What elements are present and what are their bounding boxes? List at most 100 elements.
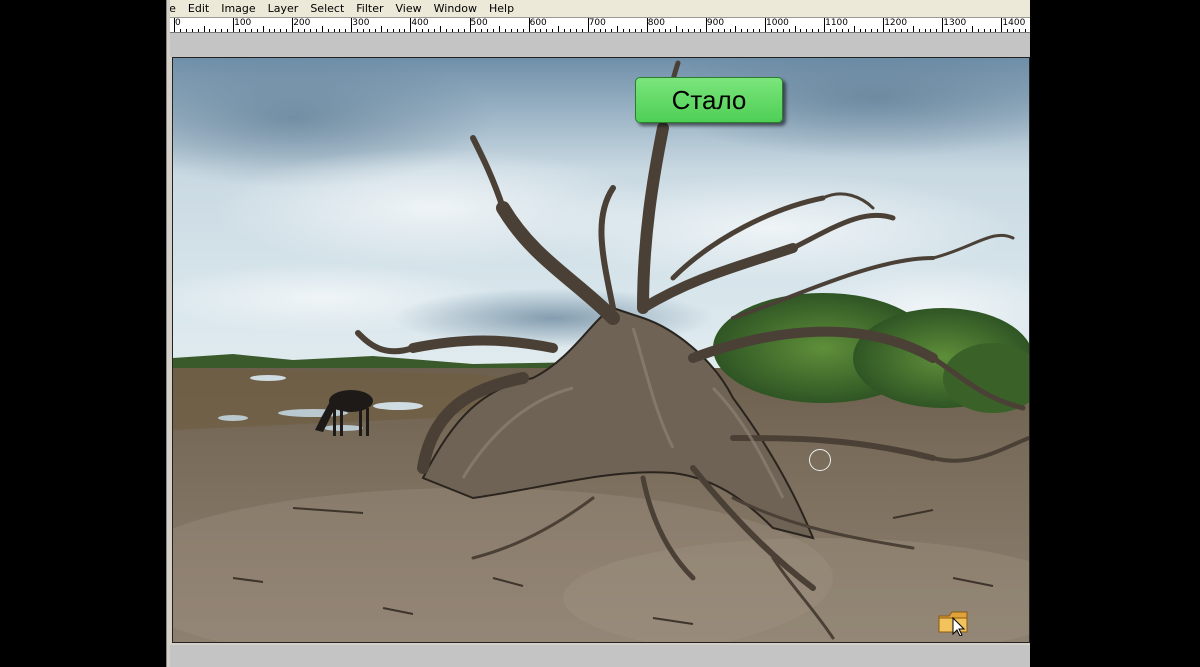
ruler-tick (339, 29, 341, 32)
ruler-label: 300 (352, 18, 370, 28)
ruler-tick (806, 29, 808, 32)
menu-select[interactable]: Select (304, 0, 350, 17)
ruler-tick (445, 29, 447, 32)
ruler-tick (380, 26, 382, 32)
ruler-tick (327, 29, 329, 32)
ruler-tick (989, 29, 991, 32)
ruler-tick (895, 29, 897, 32)
image-canvas[interactable]: Стало (172, 57, 1030, 643)
ruler-tick (711, 29, 713, 32)
ruler-tick (853, 26, 855, 32)
ruler-tick (865, 29, 867, 32)
ruler-tick (877, 29, 879, 32)
ruler-tick (1013, 29, 1015, 32)
ruler-tick (835, 29, 837, 32)
ruler-tick (611, 29, 613, 32)
ruler-tick (776, 29, 778, 32)
menu-help[interactable]: Help (483, 0, 520, 17)
ruler-tick (392, 29, 394, 32)
ruler-tick (971, 26, 973, 32)
ruler-tick (227, 29, 229, 32)
ruler-tick (369, 29, 371, 32)
ruler-tick (741, 29, 743, 32)
ruler-tick (1007, 29, 1009, 32)
menu-image[interactable]: Image (215, 0, 261, 17)
ruler-tick (428, 29, 430, 32)
ruler-tick (422, 29, 424, 32)
ruler-tick (629, 29, 631, 32)
ruler-tick (558, 26, 560, 32)
ruler-tick (670, 29, 672, 32)
ruler-tick (540, 29, 542, 32)
ruler-tick (623, 29, 625, 32)
ruler-label: 700 (588, 18, 606, 28)
ruler-tick (280, 29, 282, 32)
ruler-tick (906, 29, 908, 32)
photo-dead-tree (173, 58, 1029, 642)
ruler-tick (794, 26, 796, 32)
ruler-tick (256, 29, 258, 32)
ruler-tick (569, 29, 571, 32)
ruler-label: 1100 (825, 18, 848, 28)
ruler-tick (1019, 29, 1021, 32)
ruler-tick (191, 29, 193, 32)
ruler-tick (274, 29, 276, 32)
ruler-tick (995, 29, 997, 32)
ruler-tick (416, 29, 418, 32)
ruler-tick (652, 29, 654, 32)
ruler-tick (250, 29, 252, 32)
ruler-tick (221, 29, 223, 32)
ruler-tick (812, 29, 814, 32)
ruler-tick (912, 26, 914, 32)
ruler-tick (965, 29, 967, 32)
ruler-tick (694, 29, 696, 32)
brush-cursor-icon (809, 449, 831, 471)
ruler-tick (510, 29, 512, 32)
ruler-tick (747, 29, 749, 32)
menu-window[interactable]: Window (428, 0, 483, 17)
ruler-tick (924, 29, 926, 32)
ruler-tick (759, 29, 761, 32)
ruler-tick (605, 29, 607, 32)
ruler-tick (581, 29, 583, 32)
window-left-border (166, 0, 170, 667)
ruler-tick (729, 29, 731, 32)
ruler-tick (960, 29, 962, 32)
ruler-tick (593, 29, 595, 32)
ruler-tick (345, 29, 347, 32)
ruler-tick (717, 29, 719, 32)
folder-pointer-icon (938, 611, 968, 636)
ruler-tick (504, 29, 506, 32)
menu-view[interactable]: View (390, 0, 428, 17)
ruler-tick (481, 29, 483, 32)
ruler-tick (788, 29, 790, 32)
ruler-tick (286, 29, 288, 32)
ruler-tick (463, 29, 465, 32)
ruler-tick (439, 26, 441, 32)
ruler-tick (185, 29, 187, 32)
ruler-label: 200 (293, 18, 311, 28)
ruler-tick (782, 29, 784, 32)
ruler-tick (830, 29, 831, 32)
horizontal-ruler: 0 100 200 300 400 500 600 700 800 900 1000 1100 1200… (166, 17, 1030, 33)
ruler-tick (658, 29, 660, 32)
ruler-tick (918, 29, 920, 32)
editor-window: ile Edit Image Layer Select Filter View … (166, 0, 1030, 667)
ruler-tick (298, 29, 300, 32)
ruler-tick (457, 29, 459, 32)
ruler-tick (522, 29, 524, 32)
menu-edit[interactable]: Edit (182, 0, 215, 17)
ruler-tick (499, 26, 501, 32)
ruler-tick (244, 29, 246, 32)
ruler-tick (321, 26, 323, 32)
menu-layer[interactable]: Layer (262, 0, 305, 17)
ruler-tick (954, 29, 956, 32)
menu-filter[interactable]: Filter (350, 0, 389, 17)
ruler-tick (977, 29, 979, 32)
ruler-tick (386, 29, 388, 32)
stalo-label-badge: Стало (635, 77, 783, 123)
ruler-tick (735, 26, 737, 32)
ruler-tick (676, 26, 678, 32)
ruler-tick (664, 29, 666, 32)
ruler-tick (723, 29, 725, 32)
